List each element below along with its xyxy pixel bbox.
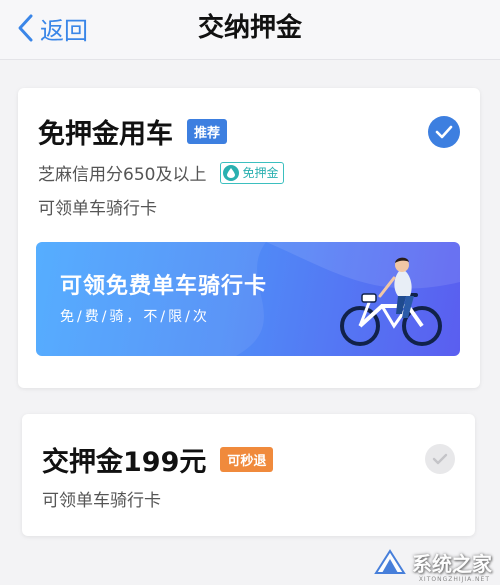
free-deposit-tag: 免押金 bbox=[220, 161, 285, 184]
selected-check-icon[interactable] bbox=[428, 116, 460, 148]
banner-title: 可领免费单车骑行卡 bbox=[60, 274, 268, 299]
pay-deposit-option[interactable]: 交押金199元 可秒退 可领单车骑行卡 bbox=[22, 414, 475, 536]
watermark-logo bbox=[374, 549, 406, 574]
nav-bar: 返回 交纳押金 bbox=[0, 0, 500, 60]
droplet-icon bbox=[223, 164, 240, 181]
ride-card-banner[interactable]: 可领免费单车骑行卡 免/费/骑，不/限/次 bbox=[36, 242, 460, 356]
recommend-badge: 推荐 bbox=[187, 119, 228, 144]
free-deposit-option[interactable]: 免押金用车 推荐 芝麻信用分650及以上 免押金 可领单车骑行卡 可领免费单车骑… bbox=[18, 88, 480, 388]
page-title: 交纳押金 bbox=[197, 13, 302, 43]
banner-subtitle: 免/费/骑，不/限/次 bbox=[60, 309, 210, 325]
deposit-option-benefit: 可领单车骑行卡 bbox=[42, 491, 161, 511]
free-option-benefit: 可领单车骑行卡 bbox=[38, 199, 157, 219]
credit-requirement: 芝麻信用分650及以上 免押金 bbox=[38, 160, 285, 185]
instant-refund-badge: 可秒退 bbox=[220, 447, 274, 472]
free-option-title: 免押金用车 bbox=[38, 119, 173, 150]
deposit-option-title: 交押金199元 bbox=[42, 447, 207, 478]
free-deposit-tag-label: 免押金 bbox=[242, 166, 279, 180]
watermark: 系统之家 bbox=[372, 547, 492, 577]
watermark-subtext: XITONGZHIJIA.NET bbox=[418, 576, 490, 583]
watermark-text: 系统之家 bbox=[412, 551, 492, 576]
credit-text: 芝麻信用分650及以上 bbox=[38, 165, 207, 185]
cyclist-illustration bbox=[340, 257, 442, 346]
unselected-check-icon[interactable] bbox=[425, 444, 455, 474]
